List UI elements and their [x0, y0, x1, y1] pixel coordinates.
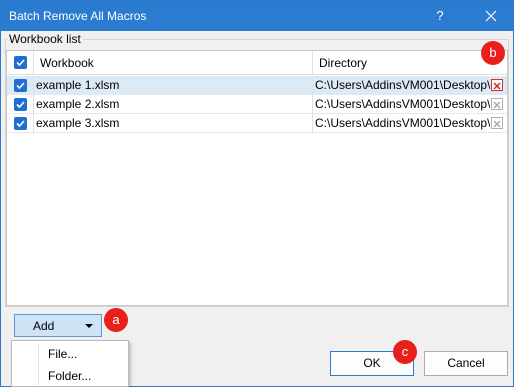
column-header-workbook[interactable]: Workbook	[34, 51, 313, 75]
workbook-cell: example 3.xlsm	[34, 114, 313, 133]
directory-cell: C:\Users\AddinsVM001\Desktop\	[315, 97, 490, 111]
row-checkbox[interactable]	[14, 98, 27, 111]
row-checkbox[interactable]	[14, 117, 27, 130]
chevron-down-icon	[85, 324, 93, 328]
table-row[interactable]: example 3.xlsm C:\Users\AddinsVM001\Desk…	[7, 114, 507, 133]
menu-item-file[interactable]: File...	[12, 343, 128, 365]
cancel-button[interactable]: Cancel	[424, 351, 508, 376]
workbook-cell: example 2.xlsm	[34, 95, 313, 114]
list-header: Workbook Directory	[7, 51, 507, 75]
delete-icon	[493, 82, 501, 90]
row-check-cell	[7, 95, 34, 114]
column-header-directory[interactable]: Directory	[313, 51, 507, 75]
annotation-badge-c: c	[393, 340, 417, 364]
add-button-label: Add	[33, 319, 55, 333]
dialog-window: Batch Remove All Macros ? Workbook list …	[0, 0, 514, 387]
checkmark-icon	[16, 101, 25, 109]
remove-row-button[interactable]	[491, 98, 503, 110]
help-button[interactable]: ?	[425, 1, 455, 31]
checkmark-icon	[16, 82, 25, 90]
directory-cell: C:\Users\AddinsVM001\Desktop\	[315, 116, 490, 130]
remove-row-button[interactable]	[491, 79, 503, 91]
delete-icon	[493, 120, 501, 128]
title-bar: Batch Remove All Macros ?	[1, 1, 513, 31]
table-row[interactable]: example 2.xlsm C:\Users\AddinsVM001\Desk…	[7, 95, 507, 114]
checkmark-icon	[16, 120, 25, 128]
add-button[interactable]: Add	[14, 314, 102, 337]
row-check-cell	[7, 114, 34, 133]
header-check-cell	[7, 51, 34, 75]
workbook-cell: example 1.xlsm	[34, 76, 313, 95]
annotation-badge-a: a	[104, 308, 128, 332]
workbook-list[interactable]: Workbook Directory example 1.xlsm C:\Use…	[6, 50, 508, 306]
group-label: Workbook list	[7, 32, 83, 46]
select-all-checkbox[interactable]	[14, 56, 27, 69]
add-dropdown-menu: File... Folder...	[11, 340, 129, 387]
annotation-badge-b: b	[481, 41, 505, 65]
row-check-cell	[7, 76, 34, 95]
close-icon	[485, 10, 497, 22]
directory-cell: C:\Users\AddinsVM001\Desktop\	[315, 78, 490, 92]
row-checkbox[interactable]	[14, 79, 27, 92]
table-row[interactable]: example 1.xlsm C:\Users\AddinsVM001\Desk…	[7, 76, 507, 95]
menu-item-folder[interactable]: Folder...	[12, 365, 128, 387]
close-button[interactable]	[476, 1, 506, 31]
window-title: Batch Remove All Macros	[9, 9, 147, 23]
remove-row-button[interactable]	[491, 117, 503, 129]
checkmark-icon	[16, 59, 25, 67]
delete-icon	[493, 101, 501, 109]
